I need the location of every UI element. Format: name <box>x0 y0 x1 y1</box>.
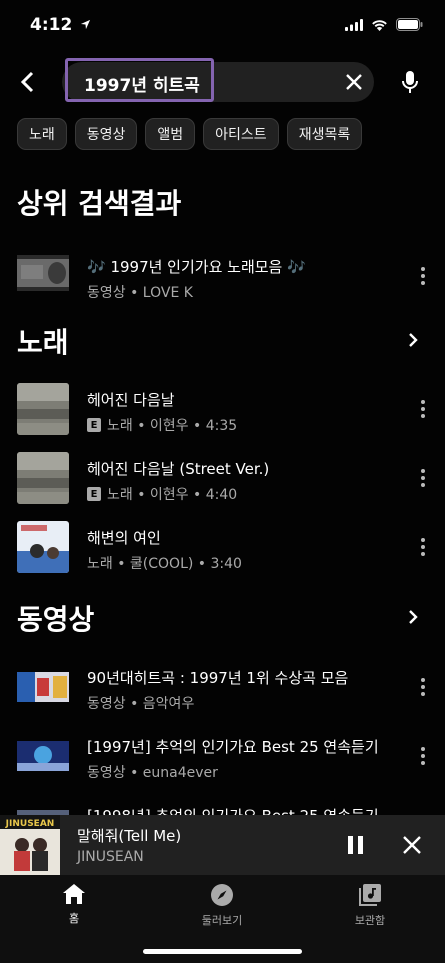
microphone-icon <box>402 71 418 93</box>
wifi-icon <box>372 19 387 31</box>
song-row[interactable]: 헤어진 다음날 E 노래 • 이현우 • 4:35 <box>0 383 445 443</box>
compass-icon <box>211 884 233 906</box>
nav-library[interactable]: 보관함 <box>320 883 420 928</box>
video-subtitle: 동영상 • 음악여우 <box>87 696 195 712</box>
nav-home-label: 홈 <box>68 912 80 925</box>
back-button[interactable] <box>12 64 42 100</box>
filter-chips: 노래 동영상 앨범 아티스트 재생목록 <box>17 118 363 150</box>
video-row[interactable]: 90년대히트곡 : 1997년 1위 수상곡 모음 동영상 • 음악여우 <box>0 661 445 721</box>
nav-home[interactable]: 홈 <box>24 883 124 926</box>
video-row[interactable]: [1997년] 추억의 인기가요 Best 25 연속듣기 동영상 • euna… <box>0 730 445 790</box>
top-result-row[interactable]: 🎶 1997년 인기가요 노래모음 🎶 동영상 • LOVE K <box>0 250 445 310</box>
clear-search-button[interactable] <box>340 68 368 96</box>
song-meta: 노래 • 이현우 • 4:40 <box>107 487 238 503</box>
song-title: 헤어진 다음날 (Street Ver.) <box>87 460 270 478</box>
nav-explore[interactable]: 둘러보기 <box>172 883 272 928</box>
explicit-badge: E <box>87 487 101 501</box>
video-title: 90년대히트곡 : 1997년 1위 수상곡 모음 <box>87 669 349 687</box>
status-time: 4:12 <box>30 15 91 35</box>
nav-library-label: 보관함 <box>354 914 386 927</box>
chip-playlists[interactable]: 재생목록 <box>286 118 363 150</box>
back-arrow-icon <box>20 71 34 93</box>
mini-player-artwork-text: JINUSEAN <box>5 819 55 829</box>
more-options-button[interactable] <box>417 397 429 421</box>
close-player-button[interactable] <box>400 833 424 857</box>
song-row[interactable]: 해변의 여인 노래 • 쿨(COOL) • 3:40 <box>0 521 445 581</box>
mini-player-artist: JINUSEAN <box>77 849 144 865</box>
voice-search-button[interactable] <box>395 64 425 100</box>
song-subtitle: E 노래 • 이현우 • 4:40 <box>87 484 237 504</box>
status-time-text: 4:12 <box>30 15 73 35</box>
song-meta: 노래 • 이현우 • 4:35 <box>107 418 238 434</box>
close-icon <box>346 74 362 90</box>
chip-artists[interactable]: 아티스트 <box>203 118 279 150</box>
song-subtitle: E 노래 • 이현우 • 4:35 <box>87 415 237 435</box>
song-subtitle: 노래 • 쿨(COOL) • 3:40 <box>87 556 242 572</box>
more-options-button[interactable] <box>417 264 429 288</box>
chip-songs[interactable]: 노래 <box>17 118 67 150</box>
cellular-signal-icon <box>345 18 363 31</box>
top-result-thumbnail <box>17 255 69 291</box>
nav-explore-label: 둘러보기 <box>201 914 243 927</box>
songs-heading: 노래 <box>17 326 69 359</box>
song-title: 헤어진 다음날 <box>87 391 175 409</box>
top-result-title: 🎶 1997년 인기가요 노래모음 🎶 <box>87 258 306 276</box>
more-options-button[interactable] <box>417 675 429 699</box>
search-query-text: 1997년 히트곡 <box>84 76 200 96</box>
mini-player[interactable]: JINUSEAN 말해줘(Tell Me) JINUSEAN <box>0 815 445 875</box>
top-result-heading: 상위 검색결과 <box>17 187 182 220</box>
song-row[interactable]: 헤어진 다음날 (Street Ver.) E 노래 • 이현우 • 4:40 <box>0 452 445 512</box>
mini-player-title: 말해줘(Tell Me) <box>77 827 182 845</box>
pause-button[interactable] <box>343 833 367 857</box>
more-options-button[interactable] <box>417 744 429 768</box>
chip-albums[interactable]: 앨범 <box>145 118 196 150</box>
video-thumbnail <box>17 672 69 702</box>
chevron-right-icon[interactable] <box>405 332 421 348</box>
video-subtitle: 동영상 • euna4ever <box>87 765 218 781</box>
chevron-right-icon[interactable] <box>405 609 421 625</box>
explicit-badge: E <box>87 418 101 432</box>
library-icon <box>359 884 381 906</box>
more-options-button[interactable] <box>417 535 429 559</box>
song-thumbnail <box>17 521 69 573</box>
videos-heading: 동영상 <box>17 603 95 636</box>
chip-videos[interactable]: 동영상 <box>74 118 138 150</box>
video-title: [1997년] 추억의 인기가요 Best 25 연속듣기 <box>87 738 379 756</box>
location-arrow-icon <box>81 19 91 30</box>
song-title: 해변의 여인 <box>87 529 161 547</box>
pause-icon <box>347 836 353 854</box>
more-options-button[interactable] <box>417 466 429 490</box>
top-result-subtitle: 동영상 • LOVE K <box>87 285 193 301</box>
song-thumbnail <box>17 452 69 504</box>
home-icon <box>63 884 85 904</box>
home-indicator <box>143 949 302 954</box>
mini-player-artwork: JINUSEAN <box>0 815 60 875</box>
video-thumbnail <box>17 741 69 771</box>
battery-icon <box>396 18 423 31</box>
song-thumbnail <box>17 383 69 435</box>
status-icons <box>345 18 423 31</box>
